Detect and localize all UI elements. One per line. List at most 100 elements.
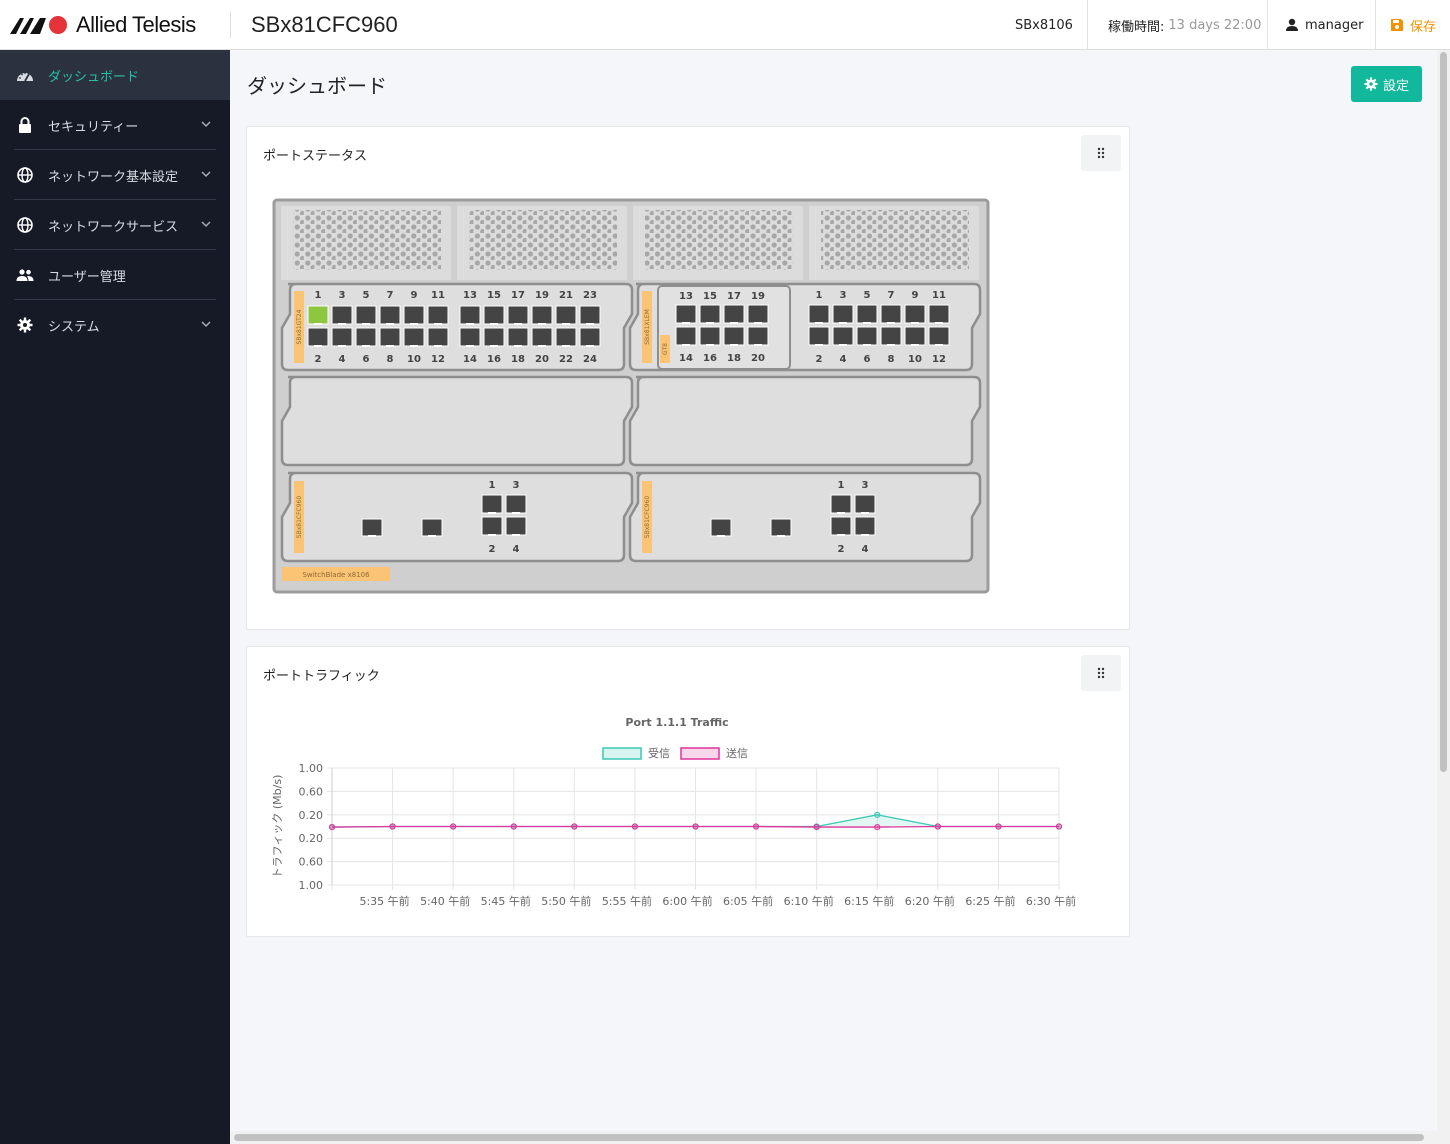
settings-button[interactable]: 設定	[1351, 66, 1422, 102]
port-4[interactable]	[331, 327, 353, 347]
port-16[interactable]	[699, 326, 721, 346]
sidebar-item-security[interactable]: セキュリティー	[0, 100, 230, 150]
sidebar-item-dashboard[interactable]: ダッシュボード	[0, 50, 230, 100]
port-3[interactable]	[854, 494, 876, 514]
port-20[interactable]	[531, 327, 553, 347]
data-point[interactable]	[813, 823, 820, 831]
port-15[interactable]	[483, 305, 505, 325]
data-point[interactable]	[692, 823, 699, 830]
port-5[interactable]	[856, 304, 878, 324]
port-12[interactable]	[427, 327, 449, 347]
sidebar-item-network-services[interactable]: ネットワークサービス	[0, 200, 230, 250]
port-3[interactable]	[505, 494, 527, 514]
port-16[interactable]	[483, 327, 505, 347]
x-tick-label: 5:50 午前	[541, 894, 591, 908]
gear-icon	[1364, 77, 1378, 91]
port-number: 24	[583, 354, 597, 365]
mgmt-port[interactable]	[770, 518, 792, 537]
port-15[interactable]	[699, 304, 721, 324]
port-1[interactable]	[808, 304, 830, 324]
port-3[interactable]	[832, 304, 854, 324]
port-7[interactable]	[379, 305, 401, 325]
port-22[interactable]	[555, 327, 577, 347]
port-18[interactable]	[723, 326, 745, 346]
port-23[interactable]	[579, 305, 601, 325]
port-7[interactable]	[880, 304, 902, 324]
port-19[interactable]	[747, 304, 769, 324]
card-menu-button[interactable]	[1081, 655, 1121, 691]
port-number: 3	[513, 480, 520, 491]
port-10[interactable]	[403, 327, 425, 347]
port-4[interactable]	[505, 516, 527, 536]
port-12[interactable]	[928, 326, 950, 346]
sidebar-item-network-basic[interactable]: ネットワーク基本設定	[0, 150, 230, 200]
port-5[interactable]	[355, 305, 377, 325]
port-11[interactable]	[928, 304, 950, 324]
x-tick-label: 5:45 午前	[481, 894, 531, 908]
port-4[interactable]	[832, 326, 854, 346]
port-17[interactable]	[723, 304, 745, 324]
port-14[interactable]	[459, 327, 481, 347]
port-2[interactable]	[481, 516, 503, 536]
scrollbar-thumb[interactable]	[234, 1134, 1424, 1141]
port-19[interactable]	[531, 305, 553, 325]
data-point[interactable]	[571, 823, 578, 830]
data-point[interactable]	[934, 823, 941, 830]
port-number: 21	[559, 290, 573, 301]
port-4[interactable]	[854, 516, 876, 536]
port-24[interactable]	[579, 327, 601, 347]
legend-swatch[interactable]	[602, 747, 642, 760]
port-18[interactable]	[507, 327, 529, 347]
port-number: 12	[932, 354, 946, 365]
port-1[interactable]	[307, 305, 329, 325]
port-17[interactable]	[507, 305, 529, 325]
port-11[interactable]	[427, 305, 449, 325]
port-1[interactable]	[481, 494, 503, 514]
scrollbar-thumb[interactable]	[1440, 52, 1447, 772]
port-9[interactable]	[904, 304, 926, 324]
port-3[interactable]	[331, 305, 353, 325]
vertical-scrollbar[interactable]	[1437, 50, 1450, 1144]
data-point[interactable]	[995, 823, 1002, 830]
port-number: 4	[862, 544, 869, 555]
legend-swatch[interactable]	[680, 747, 720, 760]
port-13[interactable]	[459, 305, 481, 325]
data-point[interactable]	[874, 811, 881, 818]
brand-logo[interactable]: Allied Telesis	[10, 12, 196, 38]
port-8[interactable]	[880, 326, 902, 346]
sidebar-item-system[interactable]: システム	[0, 300, 230, 350]
data-point[interactable]	[510, 823, 517, 830]
data-point[interactable]	[631, 823, 639, 830]
port-20[interactable]	[747, 326, 769, 346]
data-point[interactable]	[1055, 823, 1063, 830]
card-menu-button[interactable]	[1081, 135, 1121, 171]
data-point[interactable]	[389, 823, 396, 830]
save-button[interactable]: 保存	[1390, 0, 1436, 50]
horizontal-scrollbar[interactable]	[230, 1131, 1437, 1144]
sidebar-item-user-management[interactable]: ユーザー管理	[0, 250, 230, 300]
mgmt-port[interactable]	[361, 518, 383, 537]
data-point[interactable]	[874, 823, 881, 831]
port-number: 10	[908, 354, 922, 365]
port-13[interactable]	[675, 304, 697, 324]
port-14[interactable]	[675, 326, 697, 346]
data-point[interactable]	[450, 823, 457, 830]
user-menu[interactable]: manager	[1285, 0, 1363, 50]
port-8[interactable]	[379, 327, 401, 347]
port-traffic-title: ポートトラフィック	[263, 669, 380, 684]
port-6[interactable]	[856, 326, 878, 346]
port-2[interactable]	[307, 327, 329, 347]
port-1[interactable]	[830, 494, 852, 514]
port-10[interactable]	[904, 326, 926, 346]
port-21[interactable]	[555, 305, 577, 325]
data-point[interactable]	[328, 823, 336, 831]
mgmt-port[interactable]	[710, 518, 732, 537]
port-6[interactable]	[355, 327, 377, 347]
port-2[interactable]	[830, 516, 852, 536]
data-point[interactable]	[752, 823, 760, 830]
port-number: 10	[407, 354, 421, 365]
port-9[interactable]	[403, 305, 425, 325]
chevron-down-icon	[201, 321, 211, 328]
mgmt-port[interactable]	[421, 518, 443, 537]
port-2[interactable]	[808, 326, 830, 346]
